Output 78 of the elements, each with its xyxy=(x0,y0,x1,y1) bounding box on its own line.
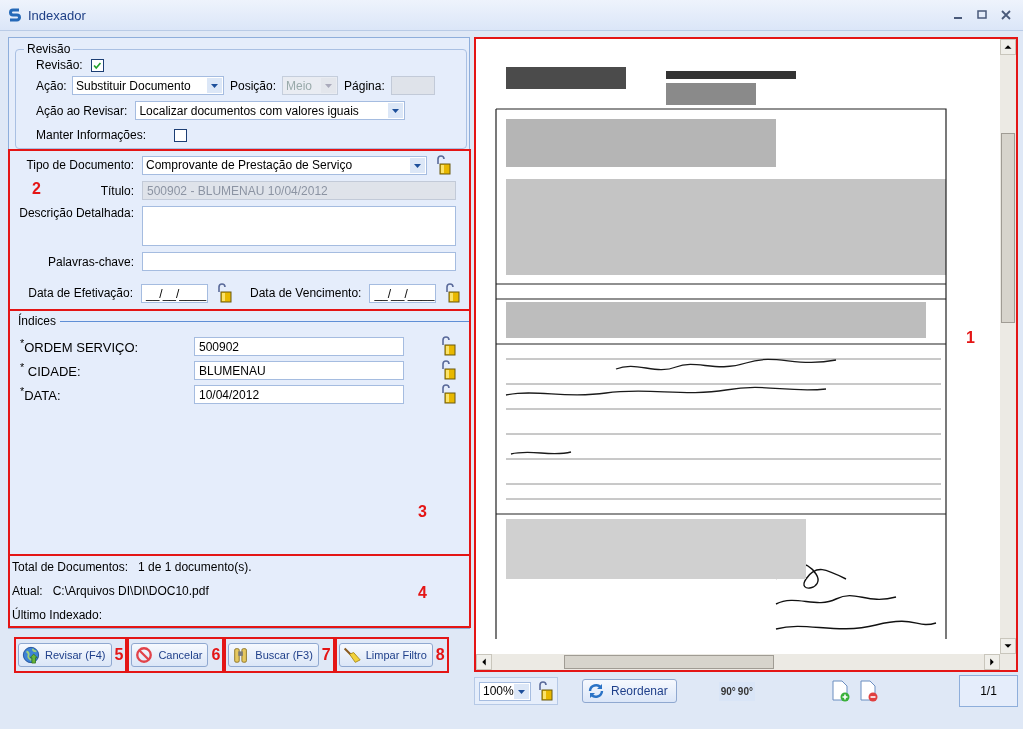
action-button[interactable]: Limpar Filtro xyxy=(338,643,433,667)
padlock-icon[interactable] xyxy=(440,384,456,404)
info-label: Total de Documentos: xyxy=(12,560,129,574)
padlock-icon[interactable] xyxy=(435,155,451,175)
info-label: Atual: xyxy=(12,584,43,598)
field-label: Ação: xyxy=(36,78,67,93)
field-label: Palavras-chave: xyxy=(47,254,134,269)
padlock-icon[interactable] xyxy=(537,681,553,701)
remove-page-icon[interactable] xyxy=(858,680,879,702)
callout-number: 2 xyxy=(32,180,41,198)
rotate-right-button[interactable]: 90° xyxy=(737,685,753,697)
rotate-left-button[interactable]: 90° xyxy=(720,685,736,697)
horizontal-scrollbar[interactable] xyxy=(476,654,1000,670)
padlock-icon[interactable] xyxy=(216,283,232,303)
callout-number: 5 xyxy=(114,646,124,664)
info-value: C:\Arquivos DI\DI\DOC10.pdf xyxy=(52,584,209,598)
vertical-scrollbar[interactable] xyxy=(1000,39,1016,654)
dropdown[interactable]: Comprovante de Prestação de Serviço xyxy=(142,155,427,175)
callout-number: 7 xyxy=(321,646,331,664)
text-field[interactable]: BLUMENAU xyxy=(194,360,404,380)
field-label: $^{*}$ORDEM SERVIÇO: xyxy=(20,336,140,356)
callout-number: 1 xyxy=(966,329,975,347)
reorder-button[interactable]: Reordenar xyxy=(582,679,677,703)
checkbox[interactable] xyxy=(90,58,104,72)
caret-icon xyxy=(410,157,425,173)
globe-icon xyxy=(22,646,40,664)
field-label: Revisão: xyxy=(36,58,83,72)
field-label: Ação ao Revisar: xyxy=(36,103,128,118)
callout-number: 8 xyxy=(435,646,445,664)
padlock-icon[interactable] xyxy=(440,336,456,356)
window-title: Indexador xyxy=(28,7,86,23)
text-field[interactable]: __/__/____ xyxy=(369,283,437,303)
field-label: $^{*}$ CIDADE: xyxy=(20,360,82,380)
field-label: Posição: xyxy=(230,78,277,93)
maximize-icon[interactable] xyxy=(977,10,987,20)
field-label: Data de Vencimento: xyxy=(250,286,362,300)
app-logo-icon xyxy=(8,7,22,23)
broom-icon xyxy=(342,646,361,664)
dropdown[interactable]: Substituir Documento xyxy=(72,76,224,95)
prohibited-icon xyxy=(135,646,154,664)
field-label: Descrição Detalhada: xyxy=(19,206,134,220)
refresh-icon xyxy=(587,682,605,700)
padlock-icon[interactable] xyxy=(440,360,456,380)
field-label: Título: xyxy=(100,183,134,198)
group-title: Revisão xyxy=(26,42,72,56)
text-field[interactable] xyxy=(142,252,456,271)
close-icon[interactable] xyxy=(1001,10,1011,20)
field-label: Página: xyxy=(344,78,385,93)
caret-icon xyxy=(321,78,337,93)
field-label: Manter Informações: xyxy=(36,128,147,142)
action-button[interactable]: Cancelar xyxy=(131,643,209,667)
page-counter: 1/1 xyxy=(959,675,1018,707)
caret-icon xyxy=(207,78,222,93)
padlock-icon[interactable] xyxy=(444,283,461,303)
group-title: Índices xyxy=(18,314,57,328)
checkbox[interactable] xyxy=(174,128,188,142)
info-label: Último Indexado: xyxy=(12,608,103,622)
dropdown[interactable]: Localizar documentos com valores iguais xyxy=(135,101,406,120)
scroll-thumb[interactable] xyxy=(1001,133,1015,323)
callout-number: 6 xyxy=(211,646,221,664)
text-field[interactable]: 500902 xyxy=(194,336,404,356)
dropdown[interactable]: 100% xyxy=(479,681,531,701)
text-field[interactable] xyxy=(142,206,456,246)
caret-icon xyxy=(514,683,529,699)
callout-number: 3 xyxy=(418,503,427,521)
action-button[interactable]: Buscar (F3) xyxy=(228,643,319,667)
field-label: $^{*}$DATA: xyxy=(20,384,62,404)
text-field[interactable]: 10/04/2012 xyxy=(194,384,404,404)
text-field[interactable]: __/__/____ xyxy=(141,283,208,303)
scroll-thumb[interactable] xyxy=(564,655,774,669)
callout-number: 4 xyxy=(418,584,427,602)
field-label: Tipo de Documento: xyxy=(26,158,134,172)
add-page-icon[interactable] xyxy=(830,680,851,702)
field-label: Data de Efetivação: xyxy=(28,286,133,300)
scrollbar-corner xyxy=(1000,654,1016,670)
info-value: 1 de 1 documento(s). xyxy=(138,560,252,574)
action-button[interactable]: Revisar (F4) xyxy=(18,643,112,667)
caret-icon xyxy=(388,103,404,118)
